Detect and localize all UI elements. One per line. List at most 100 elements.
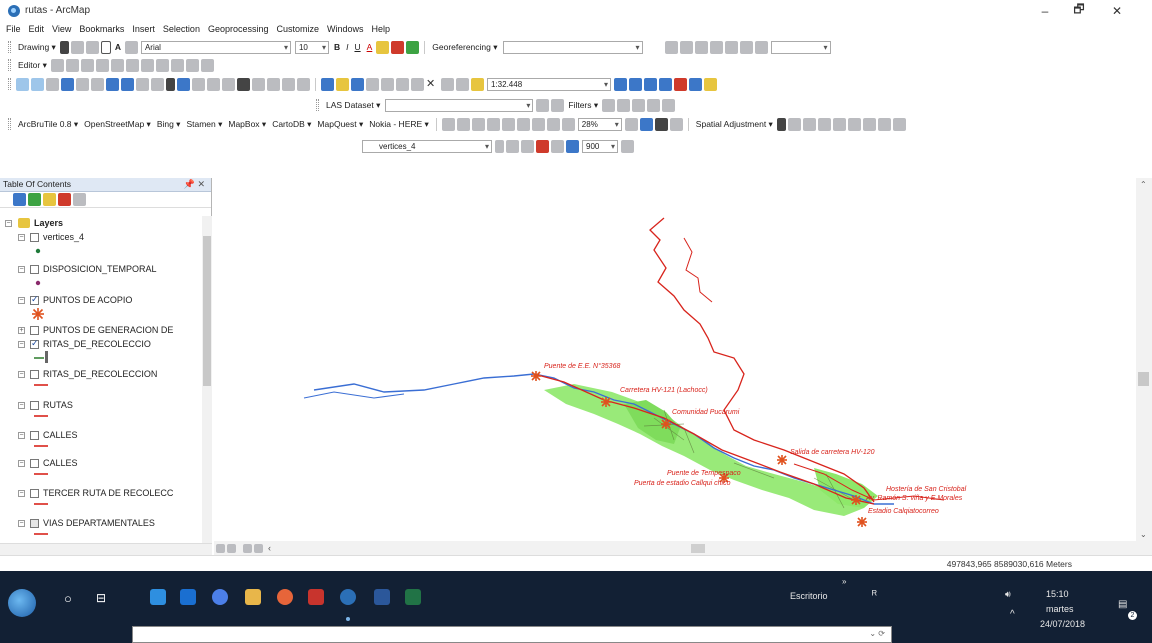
toc-layer-disposicion[interactable]: − DISPOSICION_TEMPORAL <box>18 262 157 276</box>
layout-view-icon[interactable] <box>639 117 653 131</box>
layer-checkbox[interactable] <box>30 400 39 410</box>
media-player-icon[interactable] <box>277 589 293 605</box>
layer-checkbox[interactable] <box>30 264 39 274</box>
add-control-points-icon[interactable] <box>679 40 693 54</box>
save-icon[interactable] <box>351 77 364 91</box>
menu-bookmarks[interactable]: Bookmarks <box>79 24 124 34</box>
straight-segment-icon[interactable] <box>80 58 94 72</box>
file-explorer-icon[interactable] <box>245 589 261 605</box>
new-displacement-link-icon[interactable] <box>787 117 801 131</box>
marker-star[interactable] <box>777 455 787 465</box>
clear-limited-area-icon[interactable] <box>862 117 876 131</box>
scroll-down-icon[interactable]: ⌄ <box>1140 530 1147 539</box>
full-extent-icon[interactable] <box>61 77 74 91</box>
end-point-arc-icon[interactable] <box>95 58 109 72</box>
new-limited-area-icon[interactable] <box>847 117 861 131</box>
print-icon[interactable] <box>366 77 379 91</box>
view-link-table-adjust-icon[interactable] <box>877 117 891 131</box>
copy-icon[interactable] <box>396 77 409 91</box>
expand-icon[interactable]: − <box>18 340 25 348</box>
desktop-toolbar-label[interactable]: Escritorio <box>790 591 828 601</box>
hyperlink-icon[interactable] <box>192 77 205 91</box>
table-icon[interactable] <box>531 117 545 131</box>
table-of-contents-icon[interactable] <box>629 77 642 91</box>
layer-checkbox[interactable] <box>30 369 39 379</box>
model-builder-icon[interactable] <box>704 77 717 91</box>
view-link-table-icon[interactable] <box>694 40 708 54</box>
zoom-whole-page-icon[interactable] <box>85 40 99 54</box>
split-tool-icon[interactable] <box>125 58 139 72</box>
text-arrow-icon[interactable] <box>124 40 138 54</box>
marker-color-icon[interactable] <box>406 40 420 54</box>
brightness-icon[interactable] <box>501 117 515 131</box>
grid-icon[interactable] <box>516 117 530 131</box>
start-button-icon[interactable] <box>8 589 36 617</box>
filters-menu[interactable]: Filters ▾ <box>568 100 598 111</box>
menu-geoprocessing[interactable]: Geoprocessing <box>208 24 269 34</box>
clear-selection-icon[interactable] <box>151 77 164 91</box>
stamen-menu[interactable]: Stamen ▾ <box>186 119 222 130</box>
internet-explorer-icon[interactable] <box>180 589 196 605</box>
toc-root-layers[interactable]: − Layers <box>5 216 63 230</box>
georef-option-combo[interactable] <box>770 40 831 54</box>
editor-toolbar-icon[interactable] <box>614 77 627 91</box>
back-extent-icon[interactable] <box>106 77 119 91</box>
expand-icon[interactable]: − <box>18 370 25 378</box>
nokia-here-menu[interactable]: Nokia - HERE ▾ <box>369 119 429 130</box>
toc-pin-close-button[interactable]: 📌 ✕ <box>184 178 205 191</box>
mapbox-menu[interactable]: MapBox ▾ <box>228 119 266 130</box>
cartodb-menu[interactable]: CartoDB ▾ <box>272 119 311 130</box>
cortana-icon[interactable]: ○ <box>64 591 72 606</box>
select-adjust-icon[interactable] <box>776 117 786 131</box>
data-view-icon[interactable] <box>216 543 225 553</box>
select-elements-icon[interactable] <box>59 40 69 54</box>
scroll-up-icon[interactable]: ⌃ <box>1140 180 1147 189</box>
georef-layer-combo[interactable] <box>502 40 643 54</box>
fixed-zoom-out-icon[interactable] <box>91 77 104 91</box>
menu-windows[interactable]: Windows <box>327 24 364 34</box>
minimize-button[interactable]: – <box>1028 0 1062 21</box>
measure-icon[interactable] <box>222 77 235 91</box>
map-scroll-thumb[interactable] <box>1138 372 1149 386</box>
toc-options-icon[interactable] <box>73 193 86 206</box>
identify-icon[interactable] <box>177 77 190 91</box>
modify-link-icon[interactable] <box>802 117 816 131</box>
rotate-georef-icon[interactable] <box>724 40 738 54</box>
map-view[interactable]: Puente de E.E. N°35368 Carretera HV-121 … <box>214 178 1136 541</box>
collapse-icon[interactable]: − <box>5 219 12 227</box>
list-by-visibility-icon[interactable] <box>43 193 56 206</box>
end-snap-icon[interactable] <box>566 139 579 153</box>
edit-annotation-icon[interactable] <box>65 58 79 72</box>
layer-checkbox[interactable] <box>30 430 39 440</box>
layer-checkbox[interactable] <box>30 488 39 498</box>
menu-customize[interactable]: Customize <box>277 24 320 34</box>
pause-drawing-icon[interactable] <box>254 543 263 553</box>
rectangle-icon[interactable] <box>100 40 111 54</box>
snap-icon[interactable] <box>506 139 519 153</box>
map-horizontal-scrollbar[interactable]: ‹ <box>214 541 1136 555</box>
italic-button[interactable]: I <box>346 42 348 52</box>
bold-button[interactable]: B <box>334 42 340 52</box>
expand-icon[interactable]: − <box>18 265 25 273</box>
html-popup-icon[interactable] <box>207 77 220 91</box>
tolerance-combo[interactable]: 900 <box>582 139 618 153</box>
forward-extent-icon[interactable] <box>121 77 134 91</box>
acrobat-icon[interactable] <box>308 589 324 605</box>
toc-layer-ritas-recoleccion[interactable]: − RITAS_DE_RECOLECCION <box>18 367 157 381</box>
expand-icon[interactable]: − <box>18 459 25 467</box>
layer-checkbox[interactable] <box>30 518 39 528</box>
action-center-icon[interactable]: ▤ <box>1118 599 1127 610</box>
undo-icon[interactable] <box>441 77 454 91</box>
taskbar-search-box[interactable]: ⌄ ⟳ <box>132 626 892 643</box>
word-icon[interactable] <box>374 589 390 605</box>
layer-checkbox[interactable] <box>30 325 39 335</box>
swipe-icon[interactable] <box>441 117 455 131</box>
toolbar-grip[interactable] <box>8 118 11 130</box>
las-stats-icon[interactable] <box>662 98 676 112</box>
fixed-zoom-in-icon[interactable] <box>76 77 89 91</box>
report-icon[interactable] <box>561 117 575 131</box>
go-to-xy-icon[interactable] <box>267 77 280 91</box>
layer-effects-icon[interactable] <box>471 117 485 131</box>
people-icon[interactable]: ᴿ <box>872 589 877 601</box>
volume-icon[interactable]: 🔊︎ <box>1005 589 1011 600</box>
